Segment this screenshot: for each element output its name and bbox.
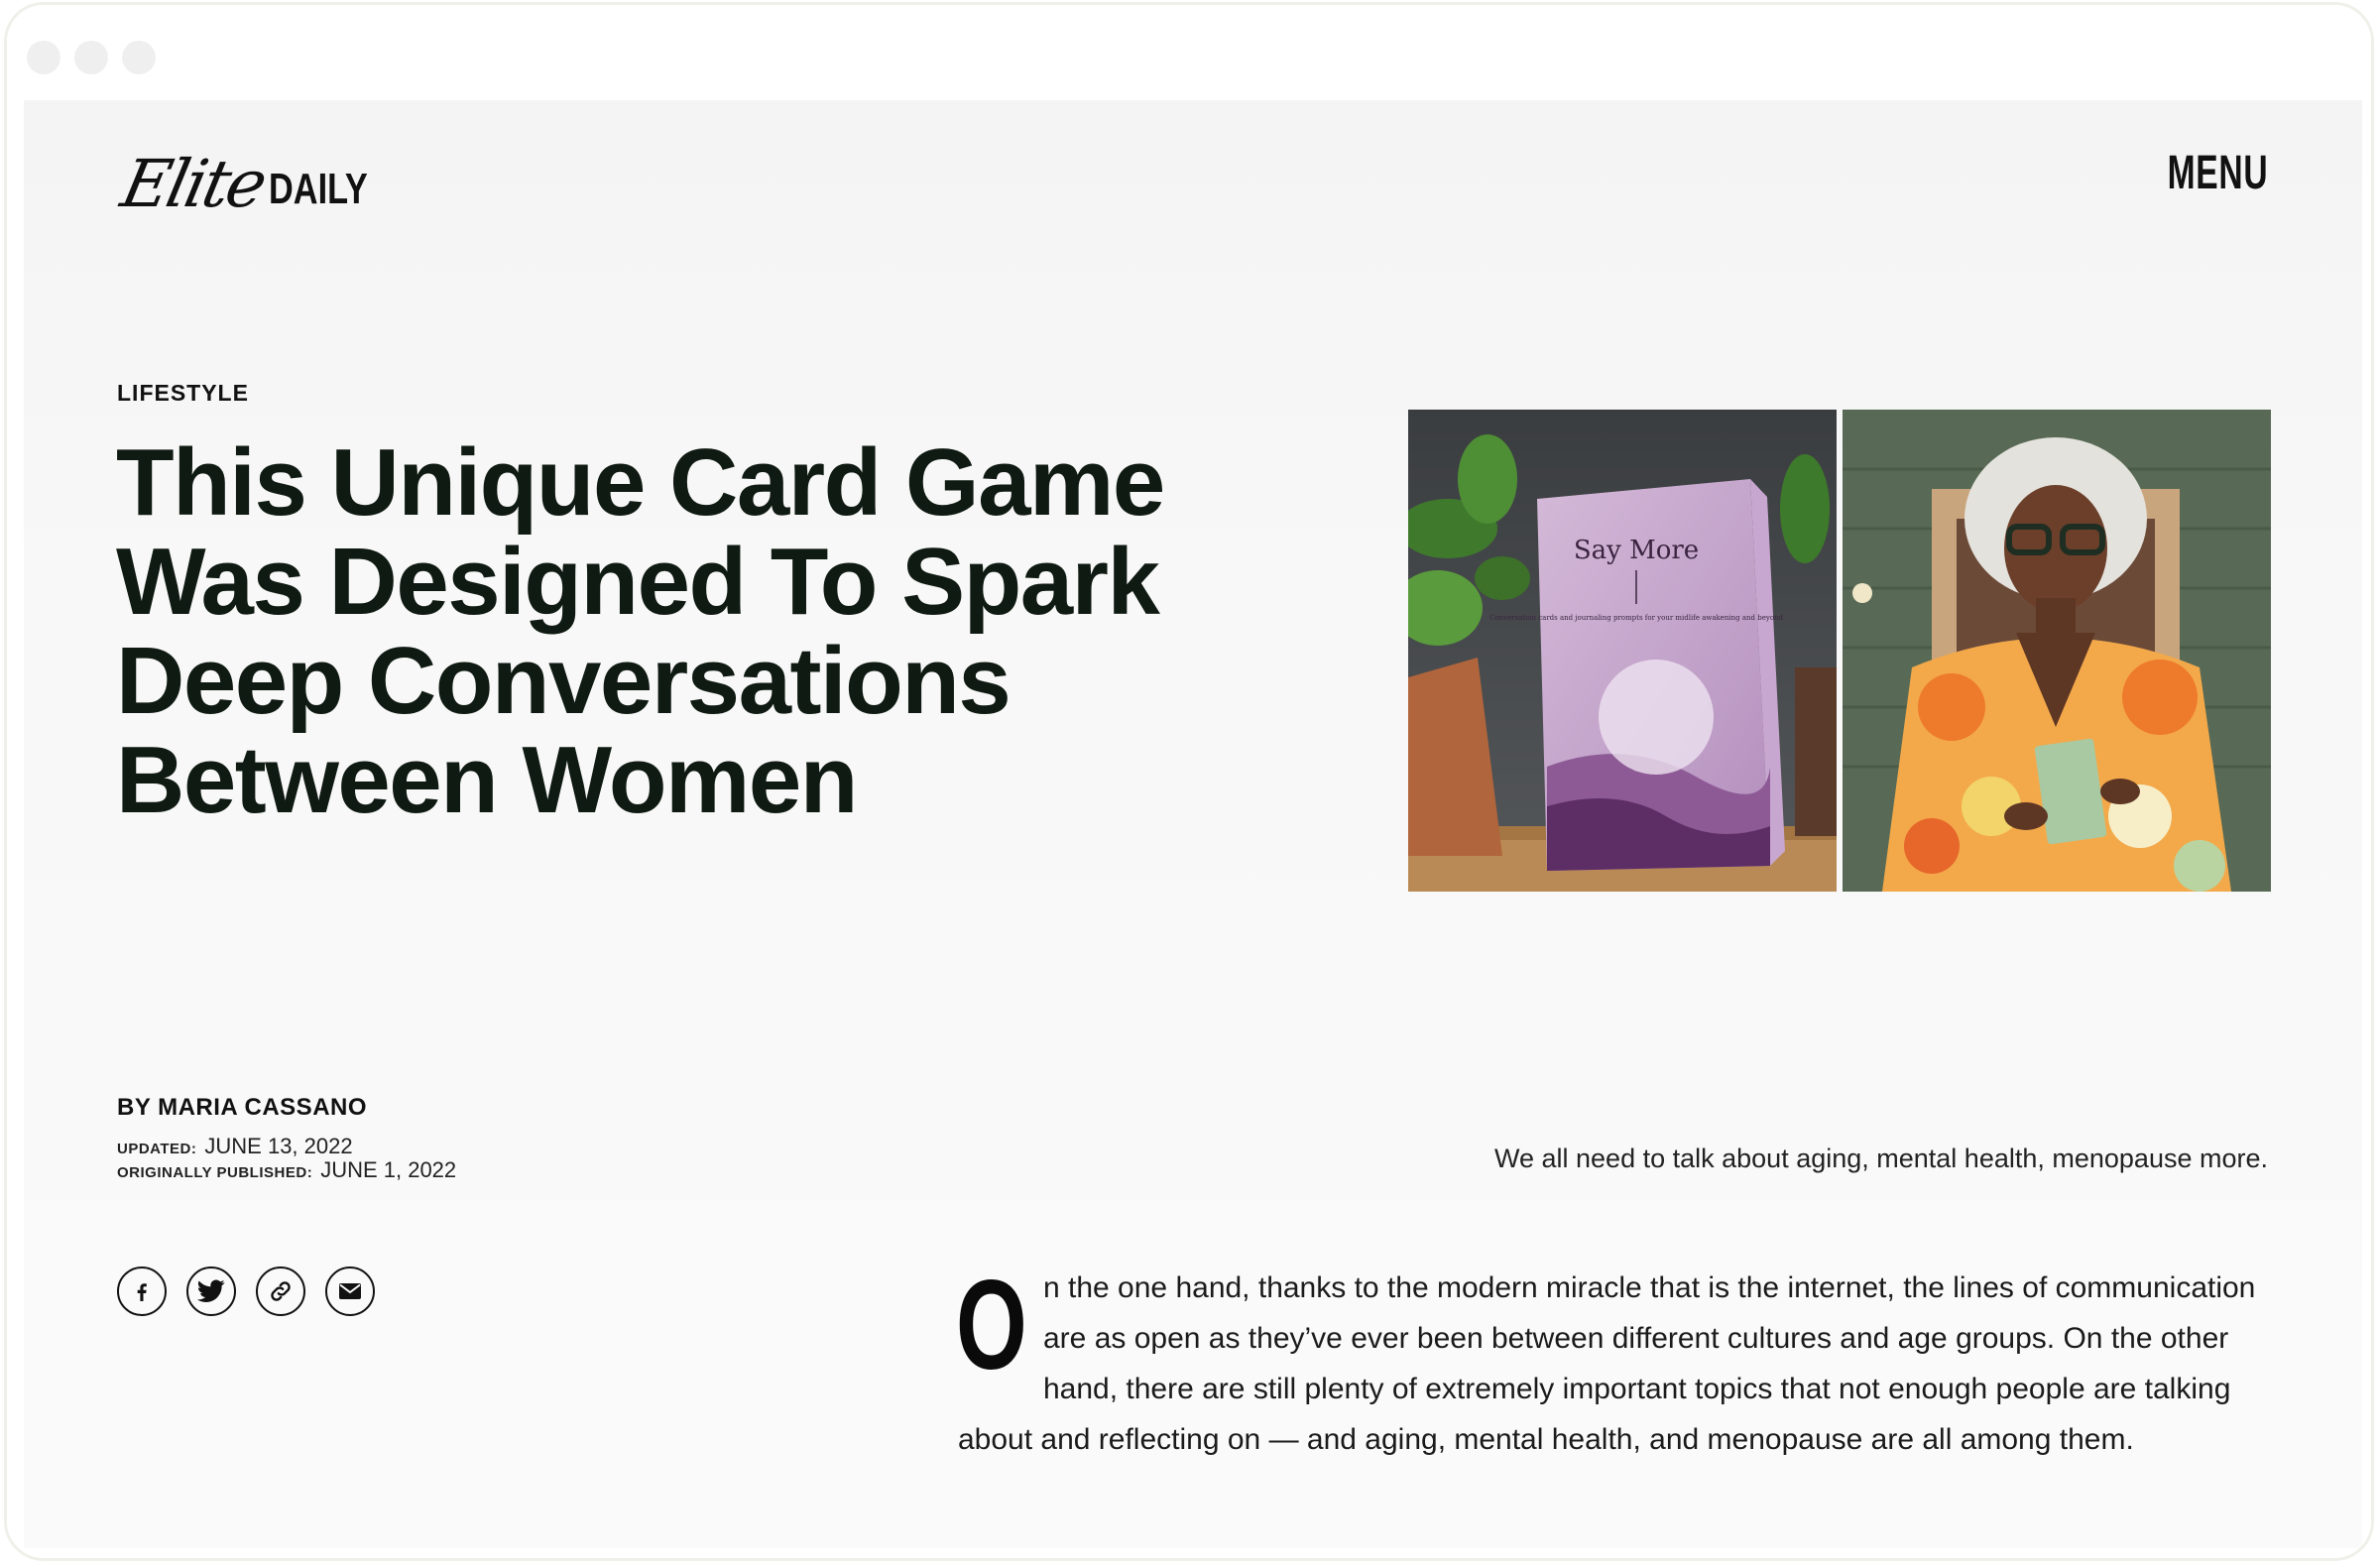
article-byline[interactable]: BY MARIA CASSANO: [117, 1094, 367, 1122]
email-icon: [339, 1283, 361, 1299]
twitter-icon: [197, 1279, 225, 1302]
article-body-paragraph: n the one hand, thanks to the modern mir…: [958, 1271, 2256, 1456]
window-minimize-button[interactable]: [74, 41, 108, 74]
image-caption: We all need to talk about aging, mental …: [1494, 1144, 2268, 1173]
share-buttons: [117, 1266, 375, 1316]
logo-word: DAILY: [268, 165, 368, 213]
share-facebook-button[interactable]: [117, 1266, 167, 1316]
card-box-photo: Say More Conversation cards and journali…: [1408, 410, 1837, 892]
box-subtitle: Conversation cards and journaling prompt…: [1489, 614, 1784, 622]
article-category[interactable]: LIFESTYLE: [117, 380, 249, 407]
window-maximize-button[interactable]: [122, 41, 156, 74]
link-icon: [271, 1281, 291, 1301]
share-link-button[interactable]: [256, 1266, 305, 1316]
window-close-button[interactable]: [27, 41, 60, 74]
share-email-button[interactable]: [325, 1266, 375, 1316]
article-page: Elite DAILY MENU LIFESTYLE This Unique C…: [24, 100, 2362, 1548]
published-label: ORIGINALLY PUBLISHED:: [117, 1164, 313, 1181]
article-body: On the one hand, thanks to the modern mi…: [956, 1255, 2277, 1465]
published-date-row: ORIGINALLY PUBLISHED: JUNE 1, 2022: [117, 1157, 456, 1183]
browser-window: Elite DAILY MENU LIFESTYLE This Unique C…: [4, 2, 2374, 1561]
published-date: JUNE 1, 2022: [320, 1157, 457, 1182]
updated-label: UPDATED:: [117, 1141, 197, 1157]
share-twitter-button[interactable]: [186, 1266, 236, 1316]
window-titlebar: [7, 5, 2371, 100]
updated-date-row: UPDATED: JUNE 13, 2022: [117, 1134, 353, 1159]
updated-date: JUNE 13, 2022: [204, 1134, 353, 1158]
article-dropcap: O: [956, 1255, 1027, 1396]
woman-portrait-photo: [1843, 410, 2271, 892]
hero-image: Say More Conversation cards and journali…: [1408, 410, 2271, 892]
logo-script: Elite: [114, 146, 272, 222]
facebook-icon: [137, 1283, 147, 1301]
menu-button[interactable]: MENU: [2167, 146, 2268, 200]
site-logo[interactable]: Elite DAILY: [115, 128, 396, 222]
article-headline: This Unique Card Game Was Designed To Sp…: [116, 429, 1165, 833]
box-title: Say More: [1574, 536, 1699, 565]
